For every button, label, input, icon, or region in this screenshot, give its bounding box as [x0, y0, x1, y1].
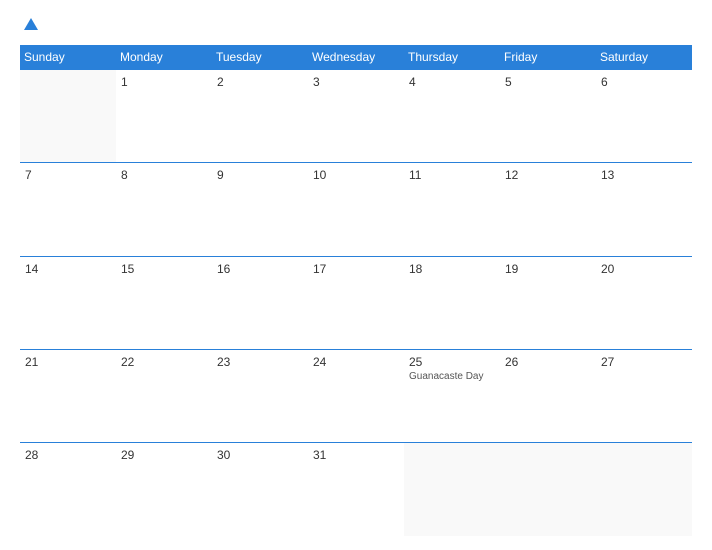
calendar-cell: 26	[500, 349, 596, 442]
calendar-cell: 27	[596, 349, 692, 442]
calendar-cell: 24	[308, 349, 404, 442]
calendar-cell: 20	[596, 256, 692, 349]
calendar-cell: 12	[500, 163, 596, 256]
week-row: 28 29 30 31	[20, 443, 692, 536]
calendar-cell: 6	[596, 70, 692, 163]
day-number: 27	[601, 355, 687, 369]
calendar-cell: 3	[308, 70, 404, 163]
day-number: 28	[25, 448, 111, 462]
day-number: 4	[409, 75, 495, 89]
calendar-cell	[500, 443, 596, 536]
week-row: 14 15 16 17 18 19 20	[20, 256, 692, 349]
day-number: 9	[217, 168, 303, 182]
calendar-cell: 14	[20, 256, 116, 349]
calendar-cell: 16	[212, 256, 308, 349]
week-row: 21 22 23 24 25 Guanacaste Day 26 27	[20, 349, 692, 442]
calendar-cell: 30	[212, 443, 308, 536]
header	[20, 18, 692, 33]
calendar-cell	[404, 443, 500, 536]
calendar-cell: 5	[500, 70, 596, 163]
calendar-cell: 18	[404, 256, 500, 349]
calendar-cell: 10	[308, 163, 404, 256]
day-number: 20	[601, 262, 687, 276]
calendar-cell: 19	[500, 256, 596, 349]
day-number: 15	[121, 262, 207, 276]
day-header-tuesday: Tuesday	[212, 45, 308, 70]
day-number: 3	[313, 75, 399, 89]
calendar-cell: 11	[404, 163, 500, 256]
day-number: 14	[25, 262, 111, 276]
day-number: 29	[121, 448, 207, 462]
day-number: 30	[217, 448, 303, 462]
calendar-cell: 23	[212, 349, 308, 442]
calendar-cell: 17	[308, 256, 404, 349]
day-number: 31	[313, 448, 399, 462]
day-number: 13	[601, 168, 687, 182]
week-row: 789 10 11 12 13	[20, 163, 692, 256]
day-number: 23	[217, 355, 303, 369]
calendar-cell: 25 Guanacaste Day	[404, 349, 500, 442]
day-number: 22	[121, 355, 207, 369]
day-number: 1	[121, 75, 207, 89]
calendar-cell: 4	[404, 70, 500, 163]
day-number: 10	[313, 168, 399, 182]
calendar-cell: 29	[116, 443, 212, 536]
calendar-cell	[20, 70, 116, 163]
calendar-cell	[596, 443, 692, 536]
day-header-saturday: Saturday	[596, 45, 692, 70]
day-header-row: SundayMondayTuesdayWednesdayThursdayFrid…	[20, 45, 692, 70]
day-number: 5	[505, 75, 591, 89]
calendar-cell: 31	[308, 443, 404, 536]
calendar-page: SundayMondayTuesdayWednesdayThursdayFrid…	[0, 0, 712, 550]
day-number: 21	[25, 355, 111, 369]
calendar-table: SundayMondayTuesdayWednesdayThursdayFrid…	[20, 45, 692, 536]
calendar-cell: 9	[212, 163, 308, 256]
day-number: 12	[505, 168, 591, 182]
day-header-sunday: Sunday	[20, 45, 116, 70]
week-row: 123456	[20, 70, 692, 163]
day-number: 16	[217, 262, 303, 276]
day-header-monday: Monday	[116, 45, 212, 70]
day-number: 11	[409, 168, 495, 182]
calendar-cell: 7	[20, 163, 116, 256]
logo	[20, 18, 38, 33]
day-header-wednesday: Wednesday	[308, 45, 404, 70]
day-number: 17	[313, 262, 399, 276]
logo-triangle-icon	[24, 18, 38, 30]
calendar-cell: 15	[116, 256, 212, 349]
day-number: 18	[409, 262, 495, 276]
day-number: 8	[121, 168, 207, 182]
day-header-friday: Friday	[500, 45, 596, 70]
event-label: Guanacaste Day	[409, 371, 495, 382]
day-number: 7	[25, 168, 111, 182]
day-number: 26	[505, 355, 591, 369]
day-number: 24	[313, 355, 399, 369]
day-number: 19	[505, 262, 591, 276]
calendar-cell: 2	[212, 70, 308, 163]
calendar-cell: 28	[20, 443, 116, 536]
day-number: 6	[601, 75, 687, 89]
calendar-cell: 1	[116, 70, 212, 163]
calendar-cell: 21	[20, 349, 116, 442]
calendar-cell: 13	[596, 163, 692, 256]
day-number: 2	[217, 75, 303, 89]
calendar-cell: 8	[116, 163, 212, 256]
calendar-cell: 22	[116, 349, 212, 442]
day-number: 25	[409, 355, 495, 369]
day-header-thursday: Thursday	[404, 45, 500, 70]
